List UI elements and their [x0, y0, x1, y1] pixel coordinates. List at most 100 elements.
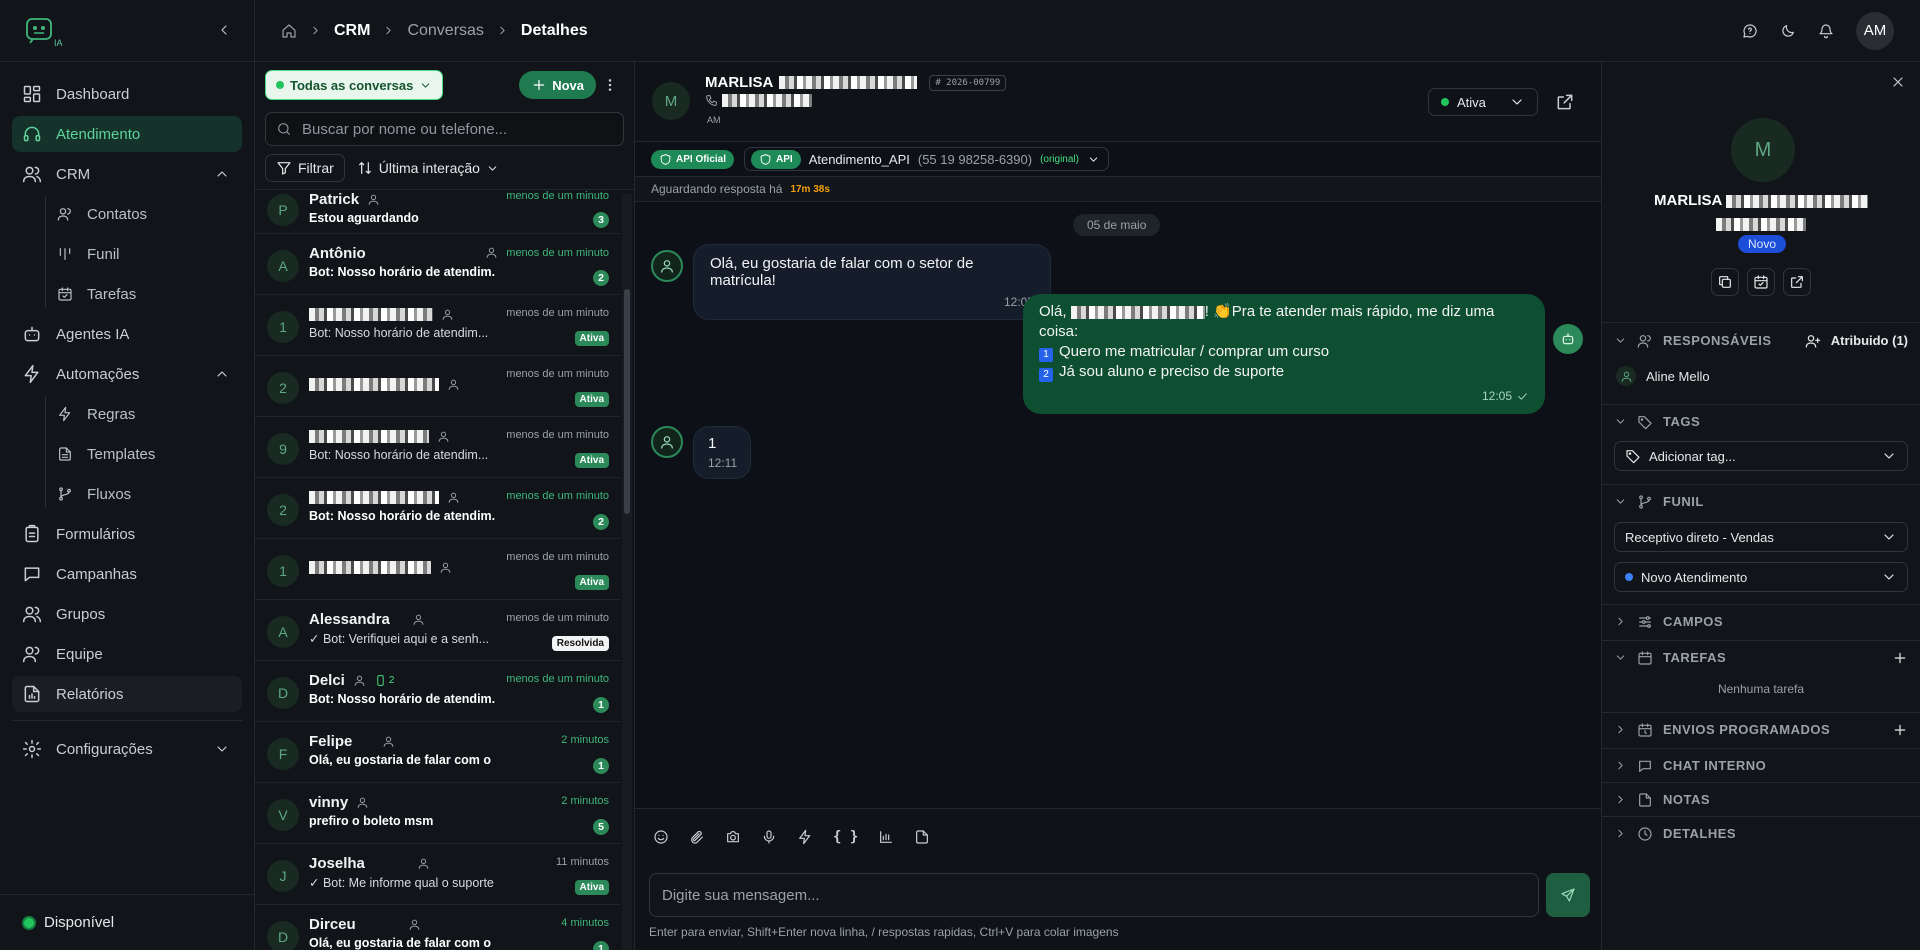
breadcrumb-conversas[interactable]: Conversas — [407, 22, 483, 40]
camera-icon[interactable] — [725, 829, 741, 845]
channel-dropdown[interactable]: API Atendimento_API (55 19 98258-6390) (… — [744, 147, 1109, 171]
chevron-up-icon[interactable] — [214, 366, 230, 382]
plus-icon[interactable] — [1892, 650, 1908, 666]
nav-templates[interactable]: Templates — [12, 436, 242, 472]
breadcrumb-crm[interactable]: CRM — [334, 22, 370, 40]
nav-agentes-ia[interactable]: Agentes IA — [12, 316, 242, 352]
conversation-item[interactable]: A Antônio Bot: Nosso horário de atendim.… — [255, 234, 621, 295]
open-external-button[interactable] — [1783, 268, 1811, 296]
sort-dropdown[interactable]: Última interação — [357, 160, 499, 176]
assignee-row[interactable]: Aline Mello — [1616, 366, 1710, 386]
search-input[interactable] — [302, 120, 602, 138]
bot-icon — [1553, 324, 1583, 354]
conversation-item[interactable]: P Patrick Estou aguardando menos de um m… — [255, 190, 621, 234]
conversation-item[interactable]: 9 Bot: Nosso horário de atendim... menos… — [255, 417, 621, 478]
avatar: D — [267, 677, 299, 709]
nav-funil[interactable]: Funil — [12, 236, 242, 272]
conversation-filter-dropdown[interactable]: Todas as conversas — [265, 70, 444, 100]
message-input[interactable] — [649, 873, 1539, 917]
message-preview: ✓ Bot: Me informe qual o suporte que e..… — [309, 876, 495, 890]
nav-campanhas[interactable]: Campanhas — [12, 556, 242, 592]
add-tag-dropdown[interactable]: Adicionar tag... — [1614, 441, 1908, 471]
nav-crm[interactable]: CRM — [12, 156, 242, 192]
external-link-icon[interactable] — [1555, 92, 1575, 112]
section-responsaveis[interactable]: RESPONSÁVEIS Atribuido (1) — [1602, 322, 1920, 358]
more-vertical-icon[interactable] — [602, 77, 624, 93]
list-scrollbar[interactable] — [622, 194, 632, 950]
lightning-icon — [22, 364, 42, 384]
nav-configuracoes[interactable]: Configurações — [12, 731, 242, 767]
section-funil[interactable]: FUNIL — [1602, 484, 1920, 518]
send-button[interactable] — [1546, 873, 1590, 917]
nav-dashboard[interactable]: Dashboard — [12, 76, 242, 112]
message-bubble-incoming[interactable]: 1 12:11 — [693, 426, 751, 479]
chevron-up-icon[interactable] — [214, 166, 230, 182]
section-tags[interactable]: TAGS — [1602, 404, 1920, 438]
message-bubble-outgoing[interactable]: Olá, ! 👏Pra te atender mais rápido, me d… — [1023, 294, 1545, 414]
availability-status[interactable]: Disponível — [0, 894, 254, 950]
nav-equipe[interactable]: Equipe — [12, 636, 242, 672]
redacted-name — [309, 429, 429, 443]
home-icon[interactable] — [281, 23, 297, 39]
chevron-left-icon[interactable] — [216, 22, 232, 38]
last-time: 4 minutos — [561, 917, 609, 929]
moon-icon[interactable] — [1780, 23, 1796, 39]
nav-tarefas[interactable]: Tarefas — [12, 276, 242, 312]
users-icon — [1637, 333, 1653, 349]
paperclip-icon[interactable] — [689, 829, 705, 845]
keycap-one-icon: 1 — [1039, 348, 1053, 362]
copy-button[interactable] — [1711, 268, 1739, 296]
nav-automacoes[interactable]: Automações — [12, 356, 242, 392]
section-notas[interactable]: NOTAS — [1602, 782, 1920, 816]
nav-grupos[interactable]: Grupos — [12, 596, 242, 632]
template-file-icon[interactable] — [914, 829, 930, 845]
user-avatar[interactable]: AM — [1856, 11, 1894, 50]
new-conversation-button[interactable]: Nova — [519, 71, 596, 99]
funnel-dropdown[interactable]: Receptivo direto - Vendas — [1614, 522, 1908, 552]
nav-fluxos[interactable]: Fluxos — [12, 476, 242, 512]
section-envios[interactable]: ENVIOS PROGRAMADOS — [1602, 712, 1920, 746]
nav-atendimento[interactable]: Atendimento — [12, 116, 242, 152]
conversation-item[interactable]: V vinny prefiro o boleto msm 2 minutos 5 — [255, 783, 621, 844]
nav-formularios[interactable]: Formulários — [12, 516, 242, 552]
emoji-icon[interactable] — [653, 829, 669, 845]
conversation-item[interactable]: 2 menos de um minuto Ativa — [255, 356, 621, 417]
close-icon[interactable] — [1890, 74, 1906, 90]
nav-contatos[interactable]: Contatos — [12, 196, 242, 232]
plus-icon[interactable] — [1892, 722, 1908, 738]
lightning-icon[interactable] — [797, 829, 813, 845]
search-box[interactable] — [265, 112, 624, 146]
section-detalhes[interactable]: DETALHES — [1602, 816, 1920, 850]
conversation-item[interactable]: 1 menos de um minuto Ativa — [255, 539, 621, 600]
conversation-id[interactable]: # 2026-00799 — [929, 74, 1007, 91]
stage-dropdown[interactable]: Novo Atendimento — [1614, 562, 1908, 592]
conversation-item[interactable]: 1 Bot: Nosso horário de atendim... menos… — [255, 295, 621, 356]
chart-icon[interactable] — [878, 829, 894, 845]
scrollbar-thumb[interactable] — [624, 289, 630, 514]
variables-braces-icon[interactable]: { } — [833, 829, 858, 845]
calendar-icon — [1637, 650, 1653, 666]
conversation-status-dropdown[interactable]: Ativa — [1428, 88, 1538, 116]
section-campos[interactable]: CAMPOS — [1602, 604, 1920, 638]
section-chat-interno[interactable]: CHAT INTERNO — [1602, 748, 1920, 782]
conversation-item[interactable]: D Dirceu Olá, eu gostaria de falar com o… — [255, 905, 621, 950]
lightning-icon — [57, 406, 73, 422]
conversation-item[interactable]: J Joselha ✓ Bot: Me informe qual o supor… — [255, 844, 621, 905]
section-tarefas[interactable]: TAREFAS — [1602, 640, 1920, 674]
conversation-item[interactable]: F Felipe Olá, eu gostaria de falar com o… — [255, 722, 621, 783]
conversation-item[interactable]: 2 Bot: Nosso horário de atendim... menos… — [255, 478, 621, 539]
conversation-item[interactable]: A Alessandra ✓ Bot: Verifiquei aqui e a … — [255, 600, 621, 661]
assign-button[interactable]: Atribuido (1) — [1805, 333, 1908, 349]
filter-button[interactable]: Filtrar — [265, 154, 345, 182]
contact-avatar[interactable]: M — [652, 82, 690, 120]
chevron-down-icon[interactable] — [214, 741, 230, 757]
conversation-item[interactable]: D Delci 2 Bot: Nosso horário de atendim..… — [255, 661, 621, 722]
schedule-button[interactable] — [1747, 268, 1775, 296]
nav-regras[interactable]: Regras — [12, 396, 242, 432]
logo-icon[interactable] — [24, 16, 54, 46]
microphone-icon[interactable] — [761, 829, 777, 845]
message-bubble-incoming[interactable]: Olá, eu gostaria de falar com o setor de… — [693, 244, 1051, 320]
nav-relatorios[interactable]: Relatórios — [12, 676, 242, 712]
bell-icon[interactable] — [1818, 23, 1834, 39]
help-chat-icon[interactable] — [1742, 23, 1758, 39]
